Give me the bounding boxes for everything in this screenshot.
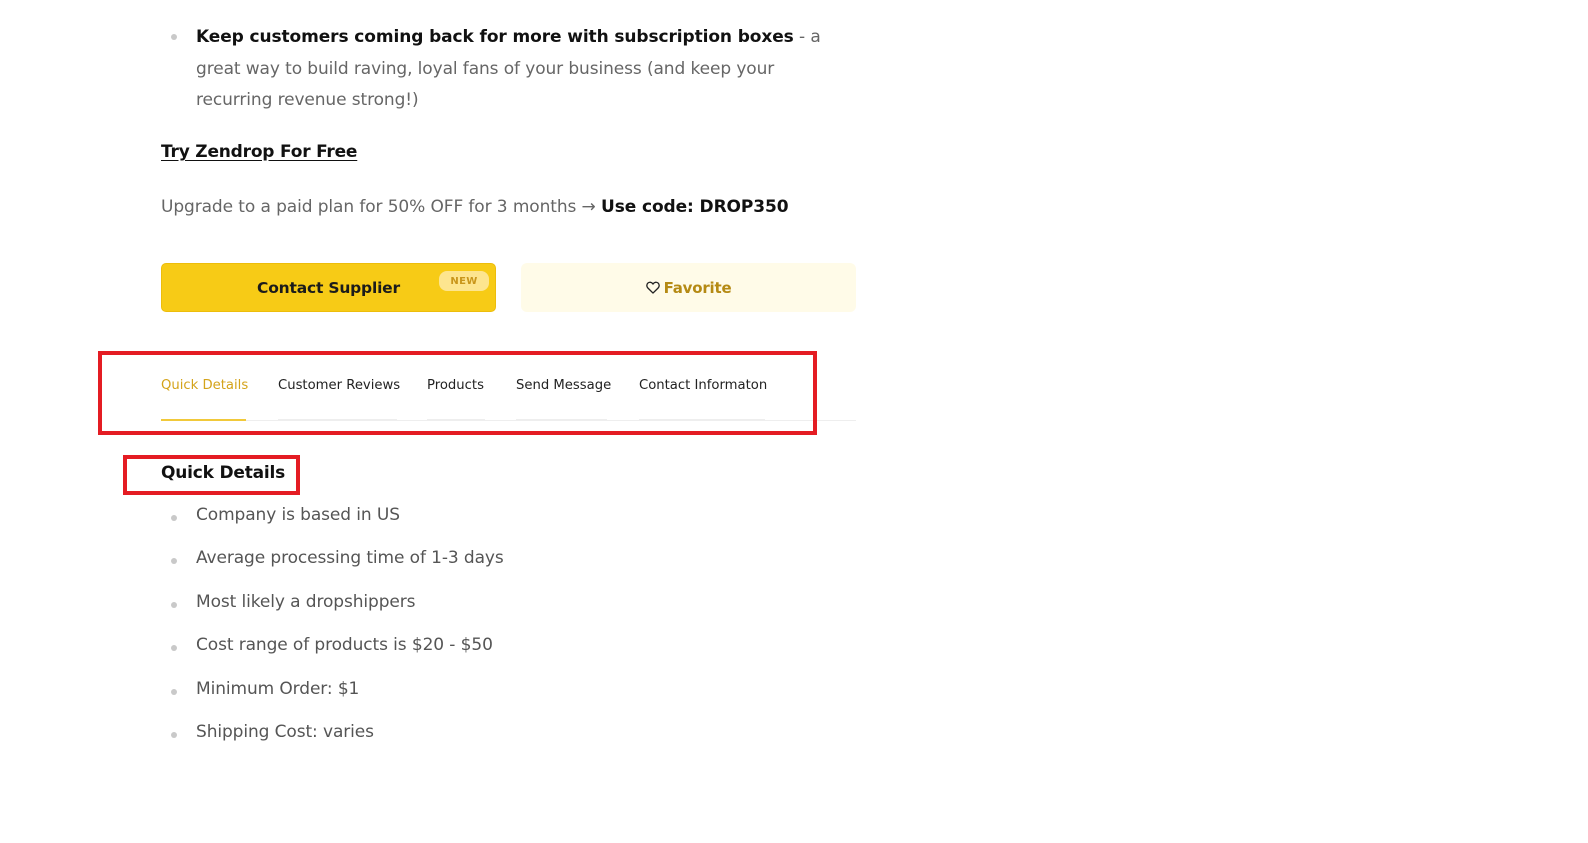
new-badge: NEW bbox=[439, 271, 489, 291]
bullet-dot-icon bbox=[171, 689, 177, 695]
promo-code: Use code: DROP350 bbox=[601, 197, 789, 217]
contact-supplier-button[interactable]: Contact Supplier NEW bbox=[161, 263, 496, 312]
upgrade-promo-text: Upgrade to a paid plan for 50% OFF for 3… bbox=[161, 197, 789, 217]
bullet-dot-icon bbox=[171, 34, 177, 40]
list-item: Cost range of products is $20 - $50 bbox=[196, 635, 493, 655]
list-item: Average processing time of 1-3 days bbox=[196, 548, 504, 568]
subscription-bullet-text: Keep customers coming back for more with… bbox=[196, 22, 826, 117]
list-item: Shipping Cost: varies bbox=[196, 722, 374, 742]
contact-supplier-label: Contact Supplier bbox=[257, 278, 400, 297]
list-item: Company is based in US bbox=[196, 505, 400, 525]
favorite-label: Favorite bbox=[663, 278, 732, 297]
bullet-dot-icon bbox=[171, 645, 177, 651]
quick-details-title: Quick Details bbox=[161, 463, 286, 483]
tabs-highlight-box bbox=[98, 351, 817, 435]
list-item: Minimum Order: $1 bbox=[196, 679, 360, 699]
favorite-button[interactable]: Favorite bbox=[521, 263, 856, 312]
upgrade-promo-description: Upgrade to a paid plan for 50% OFF for 3… bbox=[161, 197, 602, 217]
bullet-dot-icon bbox=[171, 732, 177, 738]
bullet-dot-icon bbox=[171, 515, 177, 521]
try-zendrop-link[interactable]: Try Zendrop For Free bbox=[161, 142, 357, 162]
heart-icon bbox=[645, 281, 660, 294]
bullet-dot-icon bbox=[171, 602, 177, 608]
bullet-dot-icon bbox=[171, 558, 177, 564]
list-item: Most likely a dropshippers bbox=[196, 592, 416, 612]
subscription-bullet-bold: Keep customers coming back for more with… bbox=[196, 27, 794, 47]
